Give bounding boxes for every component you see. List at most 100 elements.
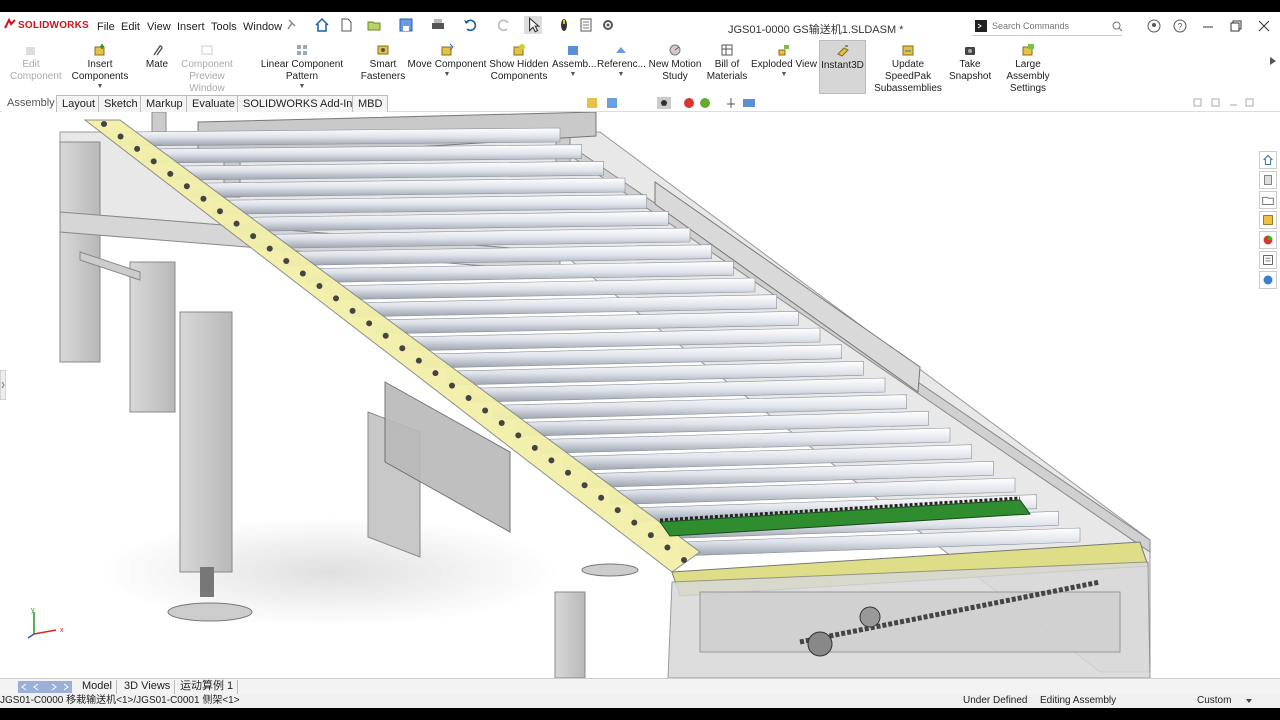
- scroll-right-icon[interactable]: [1268, 56, 1278, 66]
- tab-layout[interactable]: Layout: [56, 95, 102, 112]
- rail-bolt: [250, 233, 257, 240]
- tab-3d-views[interactable]: 3D Views: [120, 680, 176, 694]
- take-snapshot-button[interactable]: Take Snapshot: [949, 40, 991, 94]
- redo-icon[interactable]: [496, 17, 512, 33]
- close-icon[interactable]: [1256, 18, 1272, 34]
- tab-motion-study-1[interactable]: 运动算例 1: [176, 680, 239, 694]
- exploded-view-button[interactable]: Exploded View ▼: [751, 40, 817, 94]
- file-explorer-icon[interactable]: [1259, 191, 1277, 209]
- linear-component-pattern-button[interactable]: Linear Component Pattern ▼: [245, 40, 359, 94]
- tab-mbd[interactable]: MBD: [352, 95, 389, 112]
- smart-fasteners-button[interactable]: Smart Fasteners: [360, 40, 406, 94]
- model-tabs: Model 3D Views 运动算例 1: [0, 678, 1280, 694]
- rail-bolt: [432, 370, 439, 377]
- pin-icon[interactable]: [284, 17, 300, 33]
- component-preview-window-button[interactable]: Component Preview Window: [172, 40, 242, 94]
- menu-insert[interactable]: Insert: [177, 21, 205, 33]
- menu-edit[interactable]: Edit: [121, 21, 140, 33]
- file-properties-icon[interactable]: [578, 17, 594, 33]
- move-component-icon: [441, 43, 454, 56]
- menu-view[interactable]: View: [147, 21, 171, 33]
- menu-file[interactable]: File: [97, 21, 115, 33]
- chevron-down-icon[interactable]: ▼: [245, 83, 359, 91]
- menu-window[interactable]: Window: [243, 21, 282, 33]
- rail-bolt: [134, 145, 141, 152]
- chevron-down-icon[interactable]: ▼: [552, 71, 594, 79]
- view-palette-icon[interactable]: [1259, 211, 1277, 229]
- assembly-features-icon: [568, 46, 578, 55]
- tab-markup[interactable]: Markup: [140, 95, 189, 112]
- forum-globe-icon[interactable]: [1259, 271, 1277, 289]
- show-hidden-components-button[interactable]: Show Hidden Components: [488, 40, 550, 94]
- print-icon[interactable]: [430, 17, 446, 33]
- tab-evaluate[interactable]: Evaluate: [186, 95, 241, 112]
- bill-of-materials-button[interactable]: Bill of Materials: [705, 40, 749, 94]
- feature-manager-toggle-icon[interactable]: [0, 370, 6, 400]
- status-edit-mode: Editing Assembly: [1040, 695, 1117, 706]
- rail-bolt: [581, 482, 588, 489]
- solidworks-logo[interactable]: SOLIDWORKS: [4, 18, 89, 31]
- instant3d-button[interactable]: Instant3D: [819, 40, 866, 94]
- rail-bolt: [465, 395, 472, 402]
- open-folder-icon[interactable]: [366, 17, 382, 33]
- undo-icon[interactable]: [462, 17, 478, 33]
- edit-component-button[interactable]: Edit Component: [10, 40, 62, 94]
- logo-text: SOLIDWORKS: [18, 20, 89, 31]
- rebuild-icon[interactable]: [556, 17, 572, 33]
- tab-sketch[interactable]: Sketch: [98, 95, 144, 112]
- minimize-icon[interactable]: [1200, 18, 1216, 34]
- svg-text:?: ?: [1178, 22, 1183, 32]
- chevron-down-icon[interactable]: ▼: [407, 71, 487, 79]
- search-icon[interactable]: [1112, 21, 1123, 32]
- search-input[interactable]: [992, 21, 1102, 31]
- reference-geometry-button[interactable]: Referenc... ▼: [597, 40, 646, 94]
- design-library-icon[interactable]: [1259, 171, 1277, 189]
- chevron-down-icon[interactable]: ▼: [597, 71, 645, 79]
- appearances-icon[interactable]: [1259, 231, 1277, 249]
- help-icon[interactable]: ?: [1172, 18, 1188, 34]
- tab-assembly[interactable]: Assembly: [2, 95, 60, 112]
- save-icon[interactable]: [398, 17, 414, 33]
- chevron-down-icon[interactable]: ▼: [58, 83, 142, 91]
- rail-bolt: [415, 357, 422, 364]
- viewport-window-controls[interactable]: [1192, 98, 1262, 108]
- tab-addins[interactable]: SOLIDWORKS Add-Ins: [237, 95, 364, 112]
- insert-components-button[interactable]: Insert Components ▼: [58, 40, 142, 94]
- units-dropdown-icon[interactable]: [1245, 697, 1253, 705]
- resources-home-icon[interactable]: [1259, 151, 1277, 169]
- update-speedpak-button[interactable]: Update SpeedPak Subassemblies: [869, 40, 947, 94]
- heads-up-view-toolbar[interactable]: [585, 96, 765, 110]
- assembly-features-button[interactable]: Assemb... ▼: [552, 40, 596, 94]
- rail-bolt: [498, 419, 505, 426]
- graphics-area[interactable]: x y: [0, 112, 1280, 678]
- large-assembly-settings-button[interactable]: Large Assembly Settings: [993, 40, 1063, 94]
- restore-icon[interactable]: [1228, 18, 1244, 34]
- tab-model[interactable]: Model: [78, 680, 117, 694]
- menu-tools[interactable]: Tools: [211, 21, 237, 33]
- move-component-button[interactable]: Move Component ▼: [407, 40, 487, 94]
- camera-icon: [965, 47, 975, 55]
- ds-logo-icon: [4, 18, 16, 29]
- rail-bolt: [515, 432, 522, 439]
- new-motion-study-button[interactable]: New Motion Study: [647, 40, 703, 94]
- select-cursor-icon[interactable]: [524, 16, 542, 34]
- conveyor-assembly-model[interactable]: [0, 112, 1280, 678]
- new-document-icon[interactable]: [338, 17, 354, 33]
- mate-button[interactable]: Mate: [143, 40, 171, 94]
- title-bar: SOLIDWORKS File Edit View Insert Tools W…: [0, 12, 1280, 40]
- search-commands[interactable]: [972, 16, 1123, 36]
- custom-properties-icon[interactable]: [1259, 251, 1277, 269]
- rail-bolt: [399, 345, 406, 352]
- rail-bolt: [217, 208, 223, 215]
- user-account-icon[interactable]: [1146, 18, 1162, 34]
- preview-window-icon: [201, 45, 213, 55]
- options-gear-icon[interactable]: [600, 17, 616, 33]
- home-icon[interactable]: [314, 17, 330, 33]
- rail-bolt: [598, 494, 605, 501]
- chevron-down-icon[interactable]: ▼: [751, 71, 817, 79]
- rail-bolt: [233, 220, 240, 227]
- triad-y-label: y: [31, 607, 35, 614]
- units-selector[interactable]: Custom: [1197, 695, 1231, 707]
- tab-scroll-arrows[interactable]: [18, 681, 72, 693]
- rail-bolt: [366, 320, 373, 327]
